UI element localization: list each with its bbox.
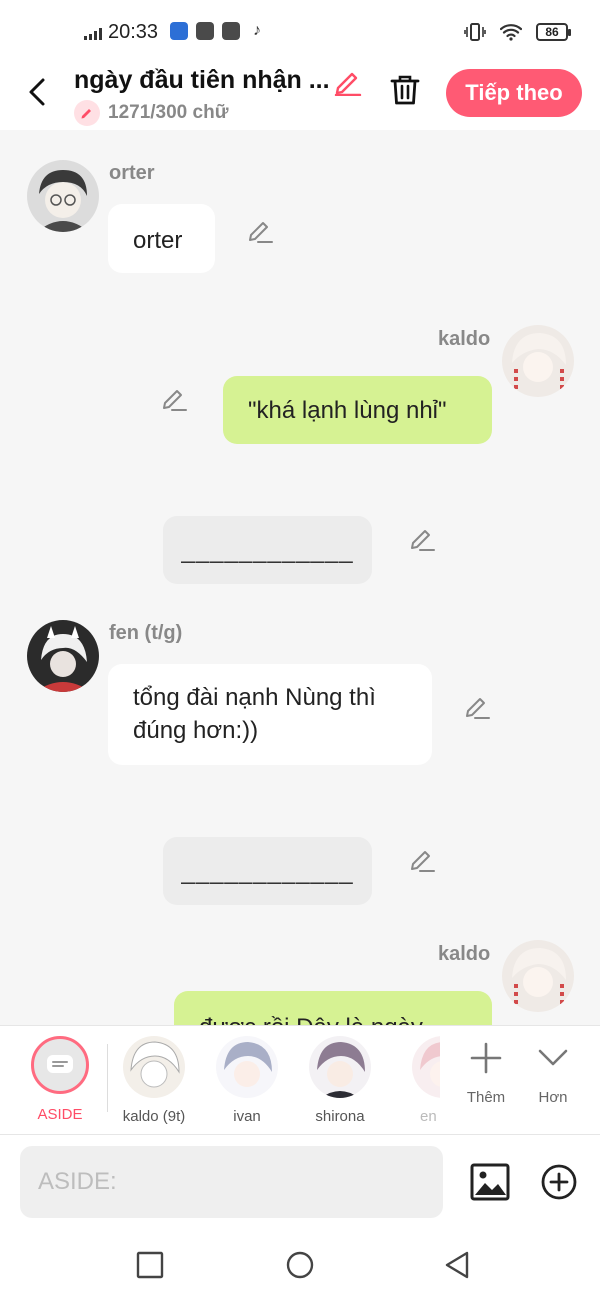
avatar — [309, 1036, 371, 1098]
system-nav-bar — [0, 1230, 600, 1300]
avatar-orter[interactable] — [27, 160, 99, 232]
back-icon[interactable] — [22, 72, 52, 112]
speaker-name: kaldo — [438, 943, 491, 965]
vibrate-icon — [464, 23, 486, 41]
character-aside[interactable]: ASIDE — [15, 1036, 105, 1123]
more-button[interactable]: Hơn — [523, 1040, 583, 1106]
add-circle-icon[interactable] — [540, 1163, 578, 1201]
more-label: Hơn — [538, 1089, 568, 1106]
avatar-fen[interactable] — [27, 620, 99, 692]
character-bar: ASIDE kaldo (9t) ivan shirona en Thêm Hơ… — [0, 1025, 600, 1135]
edit-message-icon[interactable] — [246, 216, 274, 244]
message-bubble[interactable]: được rồi Đây là ngày... — [174, 991, 492, 1025]
avatar-kaldo[interactable] — [502, 940, 574, 1012]
edit-message-icon[interactable] — [408, 845, 436, 873]
notification-icons: ♪ — [170, 22, 266, 40]
input-area — [0, 1135, 600, 1230]
character-en[interactable]: en — [388, 1036, 440, 1125]
message-line: tổng đài nạnh Nùng thì — [133, 684, 376, 711]
character-label: en — [420, 1108, 437, 1125]
speaker-name: kaldo — [438, 328, 491, 350]
next-button[interactable]: Tiếp theo — [446, 69, 582, 117]
chevron-down-icon — [538, 1049, 568, 1066]
recent-apps-icon[interactable] — [135, 1250, 165, 1280]
message-icon — [47, 1055, 73, 1073]
chat-area[interactable]: orter orter kaldo "khá lạnh lùng nhỉ" __… — [0, 130, 600, 1025]
character-label: ivan — [233, 1108, 261, 1125]
edit-message-icon[interactable] — [408, 524, 436, 552]
tiktok-icon: ♪ — [253, 22, 261, 39]
signal-icon — [84, 28, 104, 40]
battery-icon: 86 — [536, 23, 571, 41]
message-line: đúng hơn:)) — [133, 717, 259, 744]
aside-bubble[interactable]: ____________ — [163, 837, 372, 905]
avatar — [216, 1036, 278, 1098]
message-bubble[interactable]: "khá lạnh lùng nhỉ" — [223, 376, 492, 444]
story-title[interactable]: ngày đầu tiên nhận ... — [74, 66, 330, 95]
edit-message-icon[interactable] — [463, 692, 491, 720]
word-count-text: 1271/300 chữ — [108, 102, 229, 123]
status-time: 20:33 — [108, 21, 159, 43]
character-label: ASIDE — [37, 1106, 83, 1123]
character-shirona[interactable]: shirona — [295, 1036, 385, 1125]
character-label: kaldo (9t) — [122, 1108, 186, 1125]
plus-icon — [470, 1042, 502, 1074]
character-label: shirona — [315, 1108, 365, 1125]
aside-avatar — [31, 1036, 89, 1094]
news-icon — [222, 22, 240, 40]
back-nav-icon[interactable] — [442, 1250, 472, 1280]
avatar — [412, 1036, 440, 1098]
character-kaldo[interactable]: kaldo (9t) — [109, 1036, 199, 1125]
status-bar: 20:33 ♪ 86 — [0, 0, 600, 62]
pencil-badge-icon — [74, 100, 100, 126]
avatar — [123, 1036, 185, 1098]
wifi-icon — [500, 24, 522, 41]
aside-bubble[interactable]: ____________ — [163, 516, 372, 584]
header: ngày đầu tiên nhận ... 1271/300 chữ Tiếp… — [0, 62, 600, 130]
trash-icon[interactable] — [387, 72, 423, 108]
edit-title-icon[interactable] — [332, 66, 362, 96]
app-notification-icon — [170, 22, 188, 40]
message-input[interactable] — [20, 1146, 443, 1218]
message-bubble[interactable]: orter — [108, 204, 215, 273]
speaker-name: fen (t/g) — [109, 622, 183, 644]
speaker-name: orter — [109, 162, 155, 184]
image-icon[interactable] — [470, 1163, 510, 1201]
character-ivan[interactable]: ivan — [202, 1036, 292, 1125]
avatar-kaldo[interactable] — [502, 325, 574, 397]
add-label: Thêm — [466, 1089, 506, 1106]
edit-message-icon[interactable] — [160, 384, 188, 412]
word-count: 1271/300 chữ — [74, 100, 228, 126]
home-icon[interactable] — [285, 1250, 315, 1280]
message-bubble[interactable]: tổng đài nạnh Nùng thì đúng hơn:)) — [108, 664, 432, 765]
youtube-icon — [196, 22, 214, 40]
divider — [107, 1044, 108, 1112]
add-character-button[interactable]: Thêm — [456, 1040, 516, 1106]
